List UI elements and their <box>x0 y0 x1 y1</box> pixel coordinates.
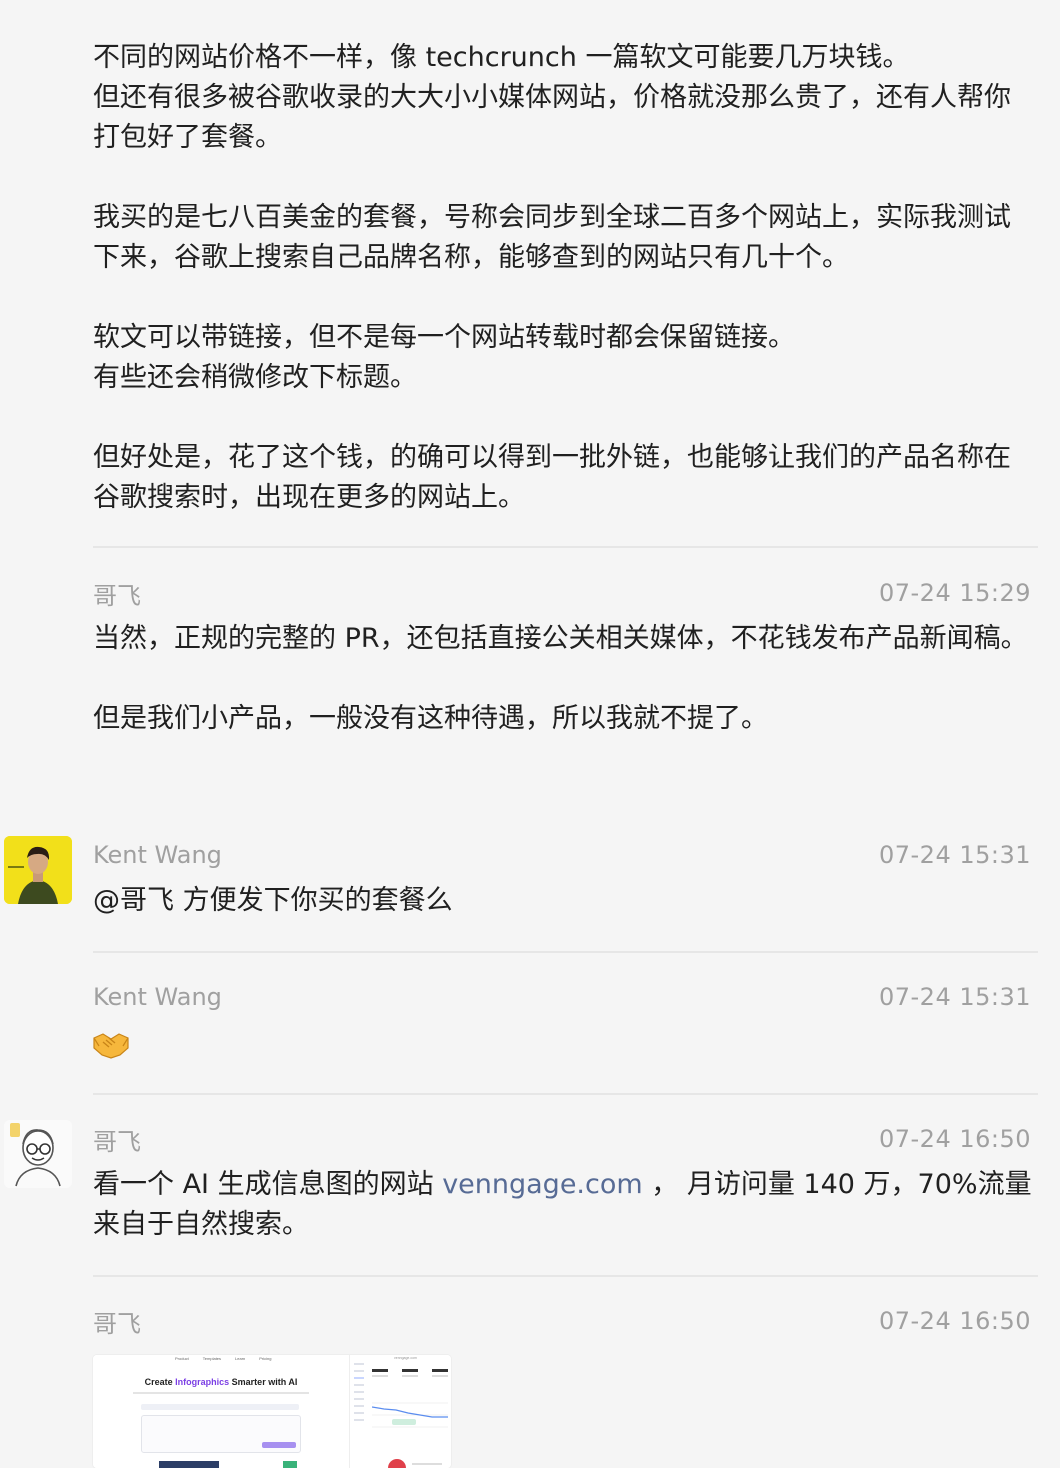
screenshot-nav: Product Templates Learn Pricing <box>175 1356 272 1361</box>
avatar[interactable] <box>4 836 72 904</box>
avatar-gefei-image <box>4 1120 72 1188</box>
message-header: 哥飞 07-24 15:29 <box>93 576 1031 610</box>
screenshot-subtitle-line <box>133 1392 309 1394</box>
avatar-kent-image <box>4 836 72 904</box>
screenshot-analytics-domain: venngage.com <box>394 1356 417 1360</box>
screenshot-analytics-sidebar <box>352 1357 366 1466</box>
chat-message-list: 不同的网站价格不一样，像 techcrunch 一篇软文可能要几万块钱。 但还有… <box>0 0 1060 1468</box>
image-attachment[interactable]: Product Templates Learn Pricing Create I… <box>93 1355 451 1468</box>
message-body: 当然，正规的完整的 PR，还包括直接公关相关媒体，不花钱发布产品新闻稿。 但是我… <box>93 619 1033 739</box>
screenshot-legend-line <box>412 1463 442 1465</box>
screenshot-analytics-panel: venngage.com <box>349 1355 451 1468</box>
screenshot-stats-row <box>372 1367 448 1389</box>
message-body: 不同的网站价格不一样，像 techcrunch 一篇软文可能要几万块钱。 但还有… <box>93 38 1033 518</box>
message-time: 07-24 16:50 <box>878 1125 1031 1153</box>
sender-name[interactable]: 哥飞 <box>93 1122 141 1157</box>
message-paragraph: 不同的网站价格不一样，像 techcrunch 一篇软文可能要几万块钱。 <box>93 42 910 73</box>
message-header: Kent Wang 07-24 15:31 <box>93 980 1031 1014</box>
screenshot-footer-bar <box>159 1461 219 1468</box>
handshake-emoji <box>93 1033 129 1059</box>
message-paragraph: 当然，正规的完整的 PR，还包括直接公关相关媒体，不花钱发布产品新闻稿。 <box>93 623 1028 654</box>
message-time: 07-24 16:50 <box>878 1307 1031 1335</box>
message-header: Kent Wang 07-24 15:31 <box>93 838 1031 872</box>
message-divider <box>93 951 1038 953</box>
link-venngage[interactable]: venngage.com <box>442 1169 643 1200</box>
sender-name[interactable]: 哥飞 <box>93 576 141 611</box>
message-text: 看一个 AI 生成信息图的网站 <box>93 1169 443 1200</box>
screenshot-footer-accent <box>283 1461 297 1468</box>
message-time: 07-24 15:31 <box>878 983 1031 1011</box>
message-paragraph: 但还有很多被谷歌收录的大大小小媒体网站，价格就没那么贵了，还有人帮你打包好了套餐… <box>93 82 1011 153</box>
screenshot-chip-row <box>141 1404 299 1410</box>
message-divider <box>93 546 1038 548</box>
sender-name[interactable]: 哥飞 <box>93 1304 141 1339</box>
nav-item: Templates <box>202 1356 222 1361</box>
avatar[interactable] <box>4 1120 72 1188</box>
nav-item: Learn <box>235 1356 246 1361</box>
nav-item: Pricing <box>259 1356 272 1361</box>
message-body: 看一个 AI 生成信息图的网站 venngage.com ， 月访问量 140 … <box>93 1165 1033 1245</box>
screenshot-headline: Create Infographics Smarter with AI <box>144 1377 298 1387</box>
message-paragraph: 我买的是七八百美金的套餐，号称会同步到全球二百多个网站上，实际我测试下来，谷歌上… <box>93 202 1011 273</box>
message-paragraph: 软文可以带链接，但不是每一个网站转载时都会保留链接。 <box>93 322 795 353</box>
message-divider <box>93 1275 1038 1277</box>
screenshot-prompt-box <box>141 1415 301 1453</box>
message-divider <box>93 1093 1038 1095</box>
nav-item: Product <box>175 1356 189 1361</box>
message-paragraph: 但是我们小产品，一般没有这种待遇，所以我就不提了。 <box>93 703 768 734</box>
screenshot-traffic-chart <box>372 1402 448 1428</box>
message-paragraph: 有些还会稍微修改下标题。 <box>93 362 417 393</box>
message-header: 哥飞 07-24 16:50 <box>93 1304 1031 1338</box>
screenshot-donut <box>388 1459 406 1468</box>
message-body: @哥飞 方便发下你买的套餐么 <box>93 881 1033 921</box>
screenshot-generate-button <box>262 1442 296 1448</box>
message-time: 07-24 15:29 <box>878 579 1031 607</box>
message-paragraph: 但好处是，花了这个钱，的确可以得到一批外链，也能够让我们的产品名称在谷歌搜索时，… <box>93 442 1011 513</box>
message-time: 07-24 15:31 <box>878 841 1031 869</box>
sender-name[interactable]: Kent Wang <box>93 841 222 869</box>
screenshot-site-hero: Product Templates Learn Pricing Create I… <box>93 1355 349 1468</box>
message-header: 哥飞 07-24 16:50 <box>93 1122 1031 1156</box>
message-text: @哥飞 方便发下你买的套餐么 <box>93 885 453 916</box>
sender-name[interactable]: Kent Wang <box>93 983 222 1011</box>
